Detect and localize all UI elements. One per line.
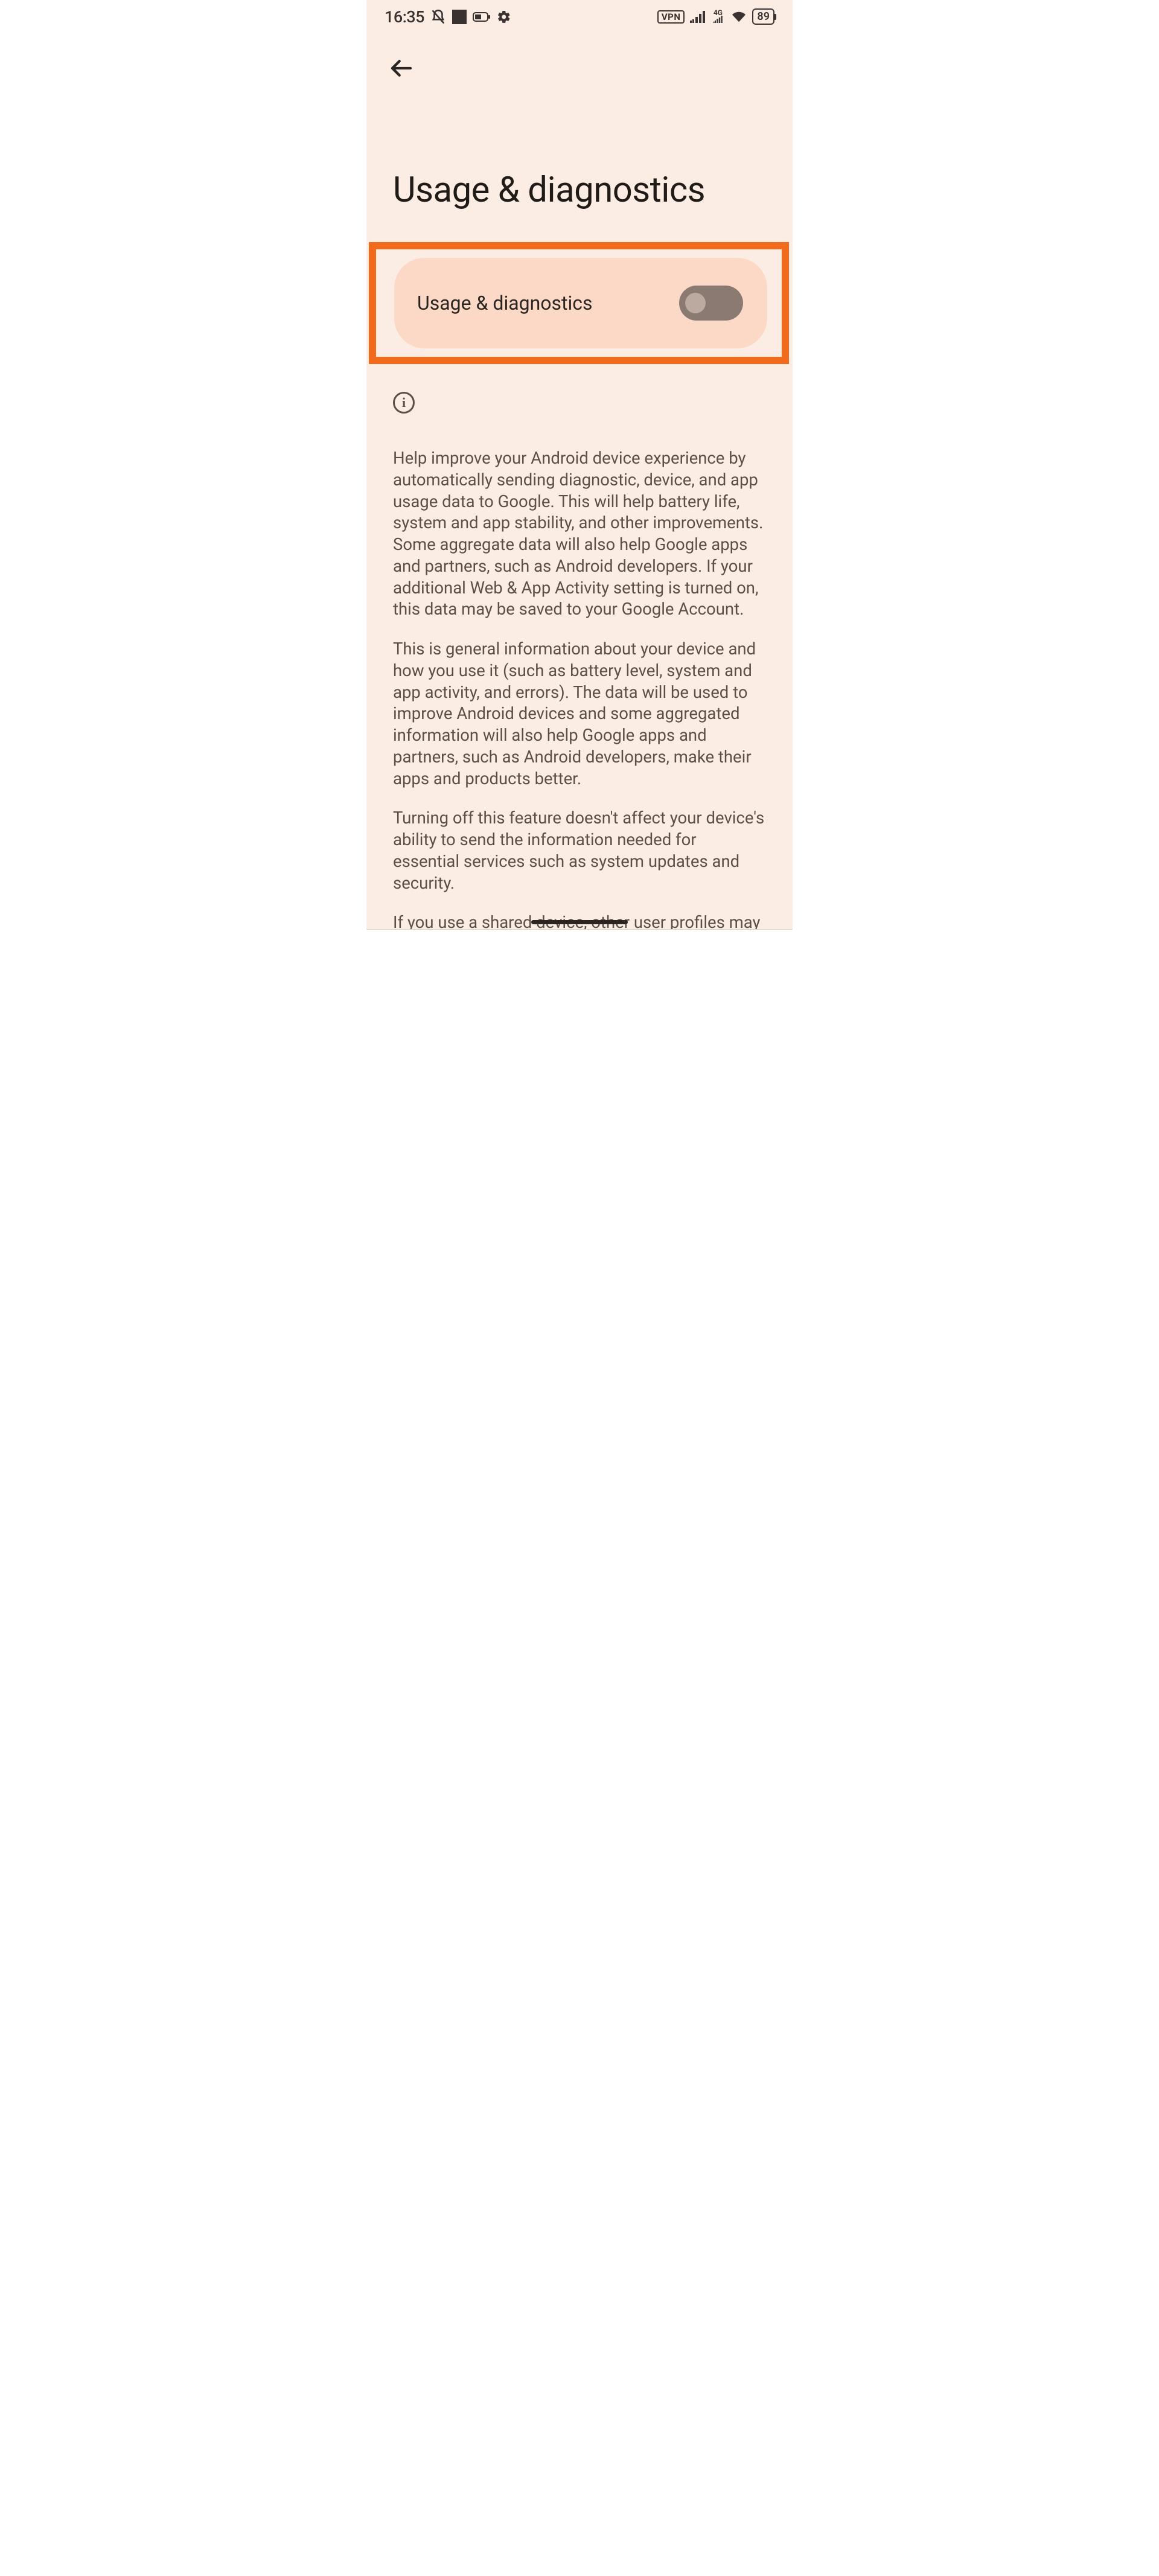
toggle-label: Usage & diagnostics <box>417 292 593 315</box>
switch-thumb <box>685 293 706 313</box>
battery-level-icon: 89 <box>752 8 774 25</box>
screen: 16:35 VPN <box>366 0 793 930</box>
status-time: 16:35 <box>385 7 424 27</box>
mobile-data-icon: 4G <box>710 10 726 24</box>
status-left: 16:35 <box>385 7 511 27</box>
usage-diagnostics-toggle-row[interactable]: Usage & diagnostics <box>394 258 767 348</box>
back-button[interactable] <box>385 51 418 85</box>
info-row: i <box>366 376 793 414</box>
page-title: Usage & diagnostics <box>366 85 793 235</box>
gesture-nav-bar[interactable] <box>531 920 628 924</box>
description-paragraph: Help improve your Android device experie… <box>393 447 766 620</box>
status-right: VPN 4G 89 <box>657 8 774 25</box>
app-bar <box>366 33 793 85</box>
description-paragraph: This is general information about your d… <box>393 638 766 789</box>
settings-gear-icon <box>497 10 511 24</box>
vpn-icon: VPN <box>657 10 685 24</box>
highlight-frame: Usage & diagnostics <box>369 242 789 364</box>
signal-strength-icon <box>689 11 705 23</box>
usage-diagnostics-switch[interactable] <box>679 286 743 321</box>
description-text: Help improve your Android device experie… <box>366 414 793 930</box>
app-indicator-icon <box>452 10 467 24</box>
notifications-off-icon <box>430 9 446 25</box>
battery-small-icon <box>473 12 491 22</box>
description-paragraph: Turning off this feature doesn't affect … <box>393 807 766 893</box>
status-bar: 16:35 VPN <box>366 0 793 33</box>
wifi-icon <box>730 10 747 24</box>
info-icon: i <box>393 392 415 414</box>
